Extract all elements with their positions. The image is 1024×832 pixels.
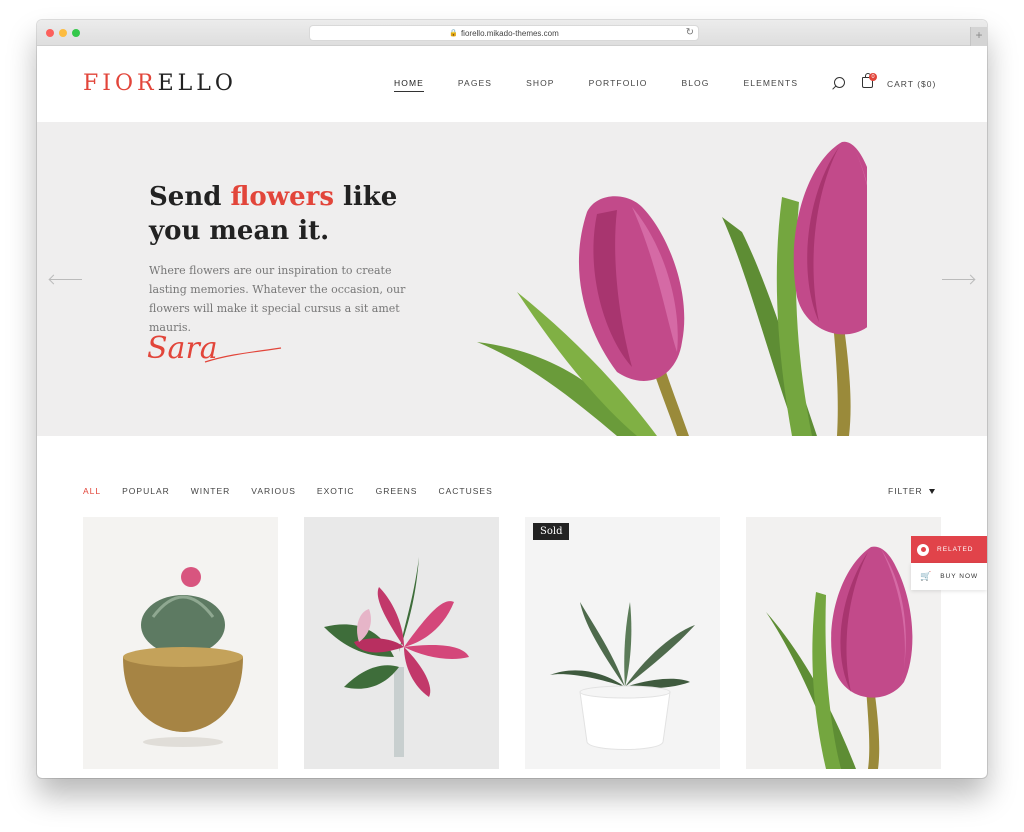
search-icon[interactable] xyxy=(834,77,845,88)
shopping-cart-icon: 🛒 xyxy=(920,571,933,581)
lily-image xyxy=(324,557,469,757)
filter-toggle[interactable]: FILTER xyxy=(888,486,923,496)
close-window-button[interactable] xyxy=(46,29,54,37)
main-nav: HOME PAGES SHOP PORTFOLIO BLOG ELEMENTS xyxy=(394,78,832,92)
nav-shop[interactable]: SHOP xyxy=(526,78,555,92)
filter-exotic[interactable]: EXOTIC xyxy=(317,486,355,496)
filter-various[interactable]: VARIOUS xyxy=(251,486,296,496)
address-bar[interactable]: 🔒 fiorello.mikado-themes.com ↻ xyxy=(309,25,699,41)
related-label: RELATED xyxy=(937,546,974,553)
cart-count-badge: 0 xyxy=(869,73,877,81)
nav-home[interactable]: HOME xyxy=(394,78,424,92)
browser-titlebar: 🔒 fiorello.mikado-themes.com ↻ + xyxy=(37,20,987,46)
product-category-filters: ALL POPULAR WINTER VARIOUS EXOTIC GREENS… xyxy=(83,486,514,496)
cactus-image xyxy=(123,567,243,747)
hero-tulips-image xyxy=(477,141,867,436)
new-tab-button[interactable]: + xyxy=(970,27,987,46)
logo-text: ELLO xyxy=(157,71,237,96)
nav-elements[interactable]: ELEMENTS xyxy=(743,78,798,92)
slider-next-arrow-icon[interactable] xyxy=(942,279,974,280)
filter-greens[interactable]: GREENS xyxy=(376,486,418,496)
hero-title: Send flowers like you mean it. xyxy=(149,180,429,248)
filter-cactuses[interactable]: CACTUSES xyxy=(438,486,492,496)
product-card-succulent[interactable]: Sold xyxy=(525,517,720,769)
site-header: FIORELLO HOME PAGES SHOP PORTFOLIO BLOG … xyxy=(37,46,987,122)
buy-now-button[interactable]: 🛒 BUY NOW xyxy=(911,563,987,590)
browser-window: 🔒 fiorello.mikado-themes.com ↻ + FIORELL… xyxy=(37,20,987,778)
related-icon xyxy=(917,543,929,556)
filter-winter[interactable]: WINTER xyxy=(191,486,231,496)
hero-title-part: like xyxy=(333,182,398,212)
minimize-window-button[interactable] xyxy=(59,29,67,37)
product-card-cactus[interactable] xyxy=(83,517,278,769)
sold-badge: Sold xyxy=(533,523,570,540)
hero-title-part: Send xyxy=(149,182,231,212)
signature-sara: Sara xyxy=(147,331,282,366)
site-logo[interactable]: FIORELLO xyxy=(83,71,237,96)
caret-down-icon[interactable] xyxy=(929,489,935,494)
hero-title-accent: flowers xyxy=(230,182,334,212)
related-button[interactable]: RELATED xyxy=(911,536,987,563)
filter-all[interactable]: ALL xyxy=(83,486,101,496)
nav-portfolio[interactable]: PORTFOLIO xyxy=(589,78,648,92)
nav-blog[interactable]: BLOG xyxy=(681,78,709,92)
zoom-window-button[interactable] xyxy=(72,29,80,37)
buy-now-label: BUY NOW xyxy=(940,573,979,580)
filter-popular[interactable]: POPULAR xyxy=(122,486,170,496)
reload-icon[interactable]: ↻ xyxy=(686,27,694,38)
logo-accent-text: FIOR xyxy=(83,71,158,96)
address-text: fiorello.mikado-themes.com xyxy=(460,28,559,38)
nav-pages[interactable]: PAGES xyxy=(458,78,492,92)
product-card-lily[interactable] xyxy=(304,517,499,769)
hero-slider: Send flowers like you mean it. Where flow… xyxy=(37,122,987,436)
hero-title-line2: you mean it. xyxy=(149,216,330,246)
cart-link[interactable]: CART ($0) xyxy=(887,79,936,89)
slider-prev-arrow-icon[interactable] xyxy=(50,279,82,280)
lock-icon: 🔒 xyxy=(449,30,458,37)
succulent-image xyxy=(550,602,695,750)
